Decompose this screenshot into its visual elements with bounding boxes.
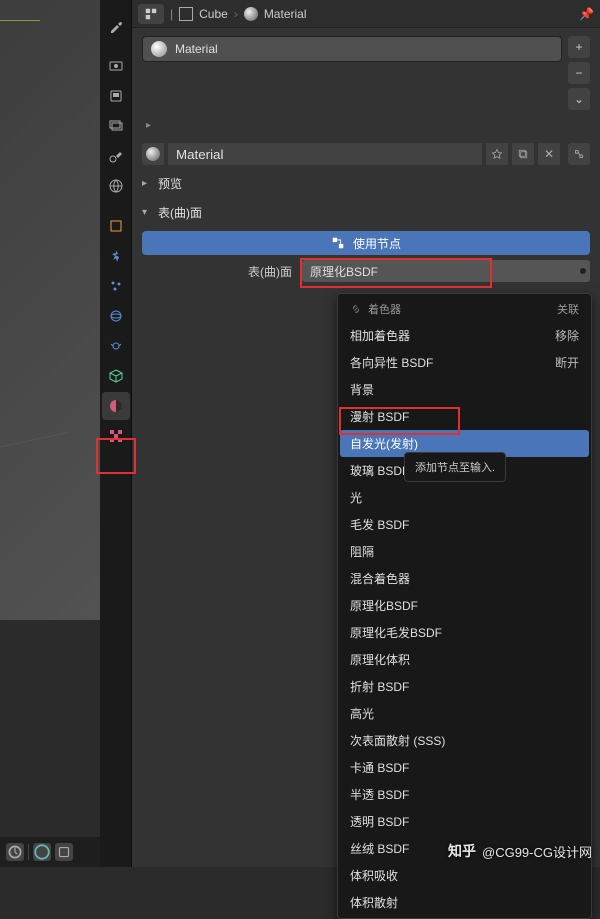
new-material-button[interactable] [512, 143, 534, 165]
watermark: 知乎 @CG99-CG设计网 [448, 841, 592, 861]
material-name-header: Material [264, 7, 307, 21]
material-slot-row: Material + − ⌄ [132, 28, 600, 118]
link-icon [350, 303, 362, 315]
tab-modifiers[interactable] [102, 242, 130, 270]
material-ball-icon [244, 7, 258, 21]
tab-world[interactable] [102, 172, 130, 200]
tab-scene[interactable] [102, 142, 130, 170]
node-socket-icon [580, 268, 586, 274]
shader-menu-item[interactable]: 高光 [340, 700, 589, 727]
dropdown-header-right: 关联 [557, 301, 579, 317]
surface-label: 表(曲)面 [142, 263, 302, 280]
dropdown-header-left: 着色器 [368, 301, 401, 317]
section-surface[interactable]: ▾ 表(曲)面 [132, 198, 600, 227]
shader-menu-item[interactable]: 卡通 BSDF [340, 754, 589, 781]
section-surface-label: 表(曲)面 [158, 204, 202, 221]
shader-menu-item[interactable]: 透明 BSDF [340, 808, 589, 835]
tab-object[interactable] [102, 212, 130, 240]
dropdown-header: 着色器 关联 [340, 296, 589, 322]
material-name-input[interactable] [168, 143, 482, 165]
shader-menu-item[interactable]: 背景 [340, 376, 589, 403]
tooltip: 添加节点至输入. [404, 452, 506, 482]
slot-menu-button[interactable]: ⌄ [568, 88, 590, 110]
pin-icon[interactable]: 📌 [579, 7, 594, 21]
material-preview-icon [151, 41, 167, 57]
chevron-down-icon: ▾ [142, 207, 152, 218]
tab-output[interactable] [102, 82, 130, 110]
material-name-row: ✕ [132, 139, 600, 169]
section-preview[interactable]: ▸ 预览 [132, 169, 600, 198]
nodes-icon [331, 236, 345, 250]
shader-menu-item[interactable]: 半透 BSDF [340, 781, 589, 808]
tab-render[interactable] [102, 52, 130, 80]
shader-menu-item[interactable]: 毛发 BSDF [340, 511, 589, 538]
shader-menu-item[interactable]: 阻隔 [340, 538, 589, 565]
surface-shader-row: 表(曲)面 原理化BSDF [142, 259, 590, 283]
shader-menu-item[interactable]: 原理化体积 [340, 646, 589, 673]
material-browse-icon[interactable] [142, 143, 164, 165]
node-wrangler-icon[interactable] [568, 143, 590, 165]
use-nodes-button[interactable]: 使用节点 [142, 231, 590, 255]
tab-tool[interactable] [102, 12, 130, 40]
timeline-bar [0, 837, 100, 867]
shader-menu-item[interactable]: 混合着色器 [340, 565, 589, 592]
editor-type-icon[interactable] [138, 4, 164, 24]
tab-texture[interactable] [102, 422, 130, 450]
material-slot-name: Material [175, 42, 218, 56]
slot-expand[interactable]: ▸ [132, 118, 600, 139]
panel-header: | Cube › Material 📌 [132, 0, 600, 28]
shader-menu-item[interactable]: 光 [340, 484, 589, 511]
tab-material[interactable] [102, 392, 130, 420]
zhihu-logo: 知乎 [448, 841, 476, 861]
cube-icon [179, 7, 193, 21]
viewport-3d[interactable] [0, 0, 100, 620]
watermark-text: @CG99-CG设计网 [482, 842, 592, 861]
shader-menu-item[interactable]: 折射 BSDF [340, 673, 589, 700]
timeline-editor-icon[interactable] [6, 843, 24, 861]
tab-physics[interactable] [102, 302, 130, 330]
shader-menu-item[interactable]: 相加着色器移除 [340, 322, 589, 349]
chevron-right-icon: ▸ [142, 178, 152, 189]
tab-constraints[interactable] [102, 332, 130, 360]
section-preview-label: 预览 [158, 175, 182, 192]
fake-user-button[interactable] [486, 143, 508, 165]
shader-menu-item[interactable]: 体积吸收 [340, 862, 589, 889]
shader-dropdown-menu: 着色器 关联 相加着色器移除各向异性 BSDF断开背景漫射 BSDF自发光(发射… [337, 293, 592, 919]
object-name: Cube [199, 7, 228, 21]
tab-data[interactable] [102, 362, 130, 390]
playback-icon[interactable] [33, 843, 51, 861]
tab-particles[interactable] [102, 272, 130, 300]
shader-menu-item[interactable]: 各向异性 BSDF断开 [340, 349, 589, 376]
add-slot-button[interactable]: + [568, 36, 590, 58]
use-nodes-label: 使用节点 [353, 235, 401, 252]
unlink-material-button[interactable]: ✕ [538, 143, 560, 165]
surface-shader-value: 原理化BSDF [310, 263, 378, 280]
shader-menu-item[interactable]: 原理化毛发BSDF [340, 619, 589, 646]
surface-shader-dropdown[interactable]: 原理化BSDF [302, 260, 590, 282]
tab-viewlayer[interactable] [102, 112, 130, 140]
keying-icon[interactable] [55, 843, 73, 861]
shader-menu-item[interactable]: 次表面散射 (SSS) [340, 727, 589, 754]
shader-menu-item[interactable]: 漫射 BSDF [340, 403, 589, 430]
remove-slot-button[interactable]: − [568, 62, 590, 84]
properties-tabs [100, 0, 132, 867]
shader-menu-item[interactable]: 体积散射 [340, 889, 589, 916]
material-slot[interactable]: Material [142, 36, 562, 62]
shader-menu-item[interactable]: 原理化BSDF [340, 592, 589, 619]
